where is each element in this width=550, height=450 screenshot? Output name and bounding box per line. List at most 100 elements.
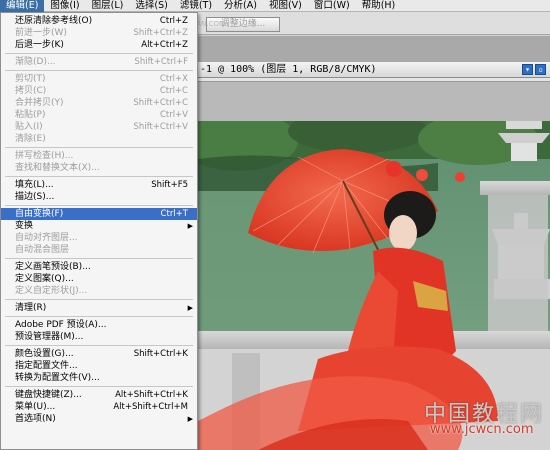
menubar-item-3[interactable]: 选择(S) xyxy=(129,0,173,12)
menubar-item-1[interactable]: 图像(I) xyxy=(44,0,85,12)
menu-item-shortcut: Alt+Ctrl+Z xyxy=(141,40,188,50)
menu-item[interactable]: 后退一步(K) Alt+Ctrl+Z xyxy=(1,39,197,51)
menu-item-label: 粘贴(P) xyxy=(15,110,46,120)
menu-item-label: 自动混合图层 xyxy=(15,245,70,255)
menu-item-label: 指定配置文件... xyxy=(15,361,78,371)
menu-item-label: 定义图案(Q)... xyxy=(15,274,74,284)
menu-separator xyxy=(5,299,193,300)
menu-item-shortcut: Ctrl+C xyxy=(159,86,188,96)
menu-item: 拷贝(C) Ctrl+C xyxy=(1,85,197,97)
menu-item: 前进一步(W) Shift+Ctrl+Z xyxy=(1,27,197,39)
menu-item[interactable]: 菜单(U)... Alt+Shift+Ctrl+M xyxy=(1,401,197,413)
menu-item[interactable]: 填充(L)... Shift+F5 xyxy=(1,179,197,191)
menu-item-label: 菜单(U)... xyxy=(15,402,56,412)
submenu-arrow-icon: ▶ xyxy=(187,415,193,423)
ruler xyxy=(198,78,550,82)
menu-item-label: 拷贝(C) xyxy=(15,86,47,96)
menu-item-label: 键盘快捷键(Z)... xyxy=(15,390,82,400)
menu-item: 粘贴(P) Ctrl+V xyxy=(1,109,197,121)
menu-item[interactable]: 颜色设置(G)... Shift+Ctrl+K xyxy=(1,348,197,360)
menu-item[interactable]: 清理(R) ▶ xyxy=(1,302,197,314)
menu-separator xyxy=(5,70,193,71)
menu-item-label: 清除(E) xyxy=(15,134,46,144)
menu-item-shortcut: Ctrl+V xyxy=(159,110,188,120)
menu-item: 查找和替换文本(X)... xyxy=(1,162,197,174)
menu-item[interactable]: 描边(S)... xyxy=(1,191,197,203)
menu-separator xyxy=(5,205,193,206)
menu-item-shortcut: Alt+Shift+Ctrl+K xyxy=(115,390,188,400)
menu-item-label: 查找和替换文本(X)... xyxy=(15,163,100,173)
menu-item[interactable]: 变换 ▶ xyxy=(1,220,197,232)
menu-item: 合并拷贝(Y) Shift+Ctrl+C xyxy=(1,97,197,109)
menu-separator xyxy=(5,176,193,177)
menu-item[interactable]: 定义图案(Q)... xyxy=(1,273,197,285)
menu-item: 清除(E) xyxy=(1,133,197,145)
menu-item: 自动对齐图层... xyxy=(1,232,197,244)
document-title: -1 @ 100% (图层 1, RGB/8/CMYK) xyxy=(200,64,377,75)
menu-item[interactable]: 首选项(N) ▶ xyxy=(1,413,197,425)
menubar-item-5[interactable]: 分析(A) xyxy=(218,0,263,12)
menu-item-label: 渐隐(D)... xyxy=(15,57,56,67)
menu-item-shortcut: Ctrl+X xyxy=(159,74,188,84)
menu-bar: 编辑(E) 图像(I) 图层(L) 选择(S) 滤镜(T) 分析(A) 视图(V) 窗口(W)… xyxy=(0,0,550,12)
menu-item-shortcut: Ctrl+Z xyxy=(159,16,188,26)
menu-item: 贴入(I) Shift+Ctrl+V xyxy=(1,121,197,133)
menu-item-label: 后退一步(K) xyxy=(15,40,64,50)
menu-item[interactable]: 定义画笔预设(B)... xyxy=(1,261,197,273)
menu-item[interactable]: 转换为配置文件(V)... xyxy=(1,372,197,384)
menu-item-label: 贴入(I) xyxy=(15,122,43,132)
maximize-icon[interactable]: ▫ xyxy=(535,64,546,75)
menu-item-label: 定义画笔预设(B)... xyxy=(15,262,91,272)
menu-separator xyxy=(5,316,193,317)
menu-item-label: 填充(L)... xyxy=(15,180,54,190)
menu-item[interactable]: 键盘快捷键(Z)... Alt+Shift+Ctrl+K xyxy=(1,389,197,401)
menu-item-label: 拼写检查(H)... xyxy=(15,151,74,161)
menu-item-label: 变换 xyxy=(15,221,34,231)
menu-item-label: 还原清除参考线(O) xyxy=(15,16,93,26)
menubar-item-8[interactable]: 帮助(H) xyxy=(356,0,402,12)
menu-separator xyxy=(5,345,193,346)
menu-item[interactable]: 指定配置文件... xyxy=(1,360,197,372)
minimize-icon[interactable]: ▾ xyxy=(522,64,533,75)
menu-item[interactable]: 预设管理器(M)... xyxy=(1,331,197,343)
menu-item-label: 清理(R) xyxy=(15,303,47,313)
menu-item-label: 定义自定形状(J)... xyxy=(15,286,88,296)
submenu-arrow-icon: ▶ xyxy=(187,304,193,312)
menu-item: 定义自定形状(J)... xyxy=(1,285,197,297)
menu-item-shortcut: Ctrl+T xyxy=(160,209,188,219)
menu-item-label: 自动对齐图层... xyxy=(15,233,78,243)
menu-item-label: 剪切(T) xyxy=(15,74,46,84)
menu-item[interactable]: 自由变换(F) Ctrl+T xyxy=(1,208,197,220)
menu-item[interactable]: Adobe PDF 预设(A)... xyxy=(1,319,197,331)
menu-item: 拼写检查(H)... xyxy=(1,150,197,162)
menu-separator xyxy=(5,53,193,54)
menu-item: 自动混合图层 xyxy=(1,244,197,256)
menubar-item-0[interactable]: 编辑(E) xyxy=(0,0,45,12)
menu-item-shortcut: Shift+Ctrl+Z xyxy=(133,28,188,38)
submenu-arrow-icon: ▶ xyxy=(187,222,193,230)
menu-item-label: 前进一步(W) xyxy=(15,28,67,38)
menu-item-label: 颜色设置(G)... xyxy=(15,349,74,359)
document-title-bar[interactable]: -1 @ 100% (图层 1, RGB/8/CMYK) ▾ ▫ xyxy=(198,62,550,78)
menu-item-label: 首选项(N) xyxy=(15,414,56,424)
menu-separator xyxy=(5,258,193,259)
watermark-url: www.jcwcn.com xyxy=(430,422,534,437)
menu-item-label: 描边(S)... xyxy=(15,192,55,202)
menubar-item-7[interactable]: 窗口(W) xyxy=(308,0,356,12)
menu-item-shortcut: Shift+Ctrl+K xyxy=(133,349,188,359)
menu-item-shortcut: Shift+F5 xyxy=(151,180,188,190)
menu-item-label: 预设管理器(M)... xyxy=(15,332,84,342)
menu-item-shortcut: Shift+Ctrl+V xyxy=(133,122,188,132)
menu-item-shortcut: Shift+Ctrl+F xyxy=(134,57,188,67)
menu-item-label: 转换为配置文件(V)... xyxy=(15,373,100,383)
menubar-item-2[interactable]: 图层(L) xyxy=(86,0,130,12)
menu-item: 渐隐(D)... Shift+Ctrl+F xyxy=(1,56,197,68)
menu-item[interactable]: 还原清除参考线(O) Ctrl+Z xyxy=(1,15,197,27)
menu-separator xyxy=(5,386,193,387)
menu-item-shortcut: Shift+Ctrl+C xyxy=(133,98,188,108)
menubar-item-6[interactable]: 视图(V) xyxy=(263,0,308,12)
menu-separator xyxy=(5,147,193,148)
menubar-item-4[interactable]: 滤镜(T) xyxy=(174,0,218,12)
menu-item-label: Adobe PDF 预设(A)... xyxy=(15,320,107,330)
edit-menu-dropdown: 还原清除参考线(O) Ctrl+Z 前进一步(W) Shift+Ctrl+Z 后退一步(… xyxy=(0,12,198,450)
